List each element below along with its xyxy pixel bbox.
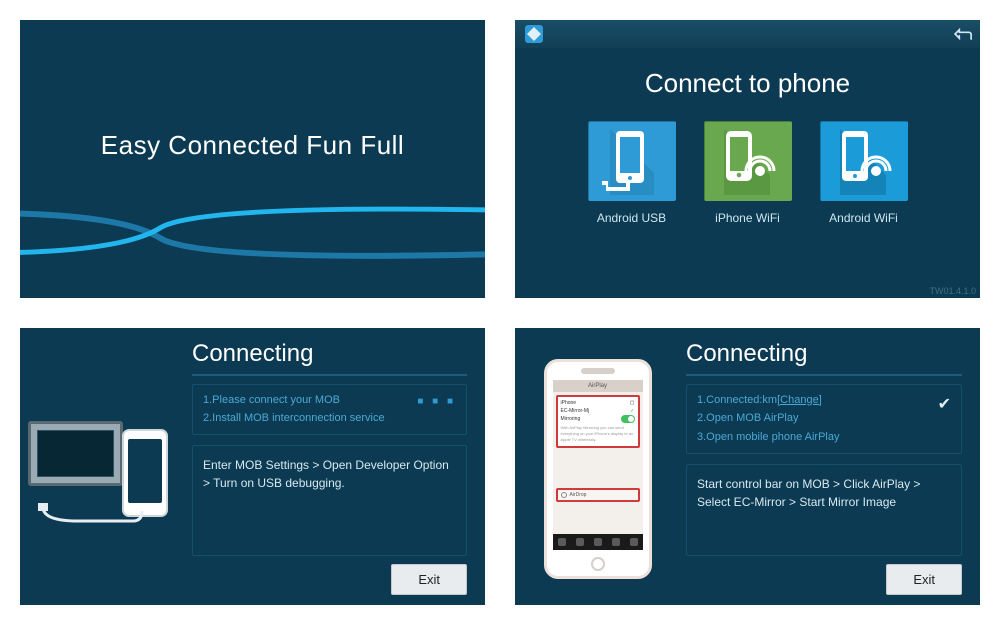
- check-icon: ✔: [938, 391, 951, 418]
- splash-title: Easy Connected Fun Full: [20, 130, 485, 161]
- connecting-usb-panel: Connecting ■ ■ ■ 1.Please connect your M…: [20, 328, 485, 606]
- connecting-title: Connecting: [192, 340, 467, 376]
- steps-box: ✔ 1.Connected:km[Change] 2.Open MOB AirP…: [686, 384, 962, 454]
- headunit-icon: [28, 421, 123, 486]
- connect-title: Connect to phone: [515, 68, 980, 99]
- device-illustration: [20, 328, 186, 606]
- iphone-airdrop-row: AirDrop: [556, 488, 640, 502]
- iphone-tabbar: [553, 534, 643, 550]
- back-icon[interactable]: [950, 23, 972, 45]
- iphone-header: AirPlay: [553, 380, 643, 392]
- connect-options: Android USB iPhone WiFi: [515, 121, 980, 225]
- android-wifi-icon: [820, 121, 908, 201]
- exit-button[interactable]: Exit: [886, 564, 962, 595]
- option-label: Android WiFi: [820, 211, 908, 225]
- steps-box: ■ ■ ■ 1.Please connect your MOB 2.Instal…: [192, 384, 467, 435]
- connecting-airplay-panel: AirPlay iPhone▢ EC-Mirror-Mj✓ Mirroring …: [515, 328, 980, 606]
- step-item: 2.Open MOB AirPlay: [697, 409, 951, 428]
- step-item: 3.Open mobile phone AirPlay: [697, 428, 951, 447]
- option-label: Android USB: [588, 211, 676, 225]
- top-bar: [515, 20, 980, 48]
- progress-dots-icon: ■ ■ ■: [417, 393, 456, 410]
- instruction-box: Enter MOB Settings > Open Developer Opti…: [192, 445, 467, 556]
- app-logo-icon: [523, 23, 545, 45]
- instruction-box: Start control bar on MOB > Click AirPlay…: [686, 464, 962, 556]
- android-usb-icon: [588, 121, 676, 201]
- option-iphone-wifi[interactable]: iPhone WiFi: [704, 121, 792, 225]
- iphone-airplay-list: iPhone▢ EC-Mirror-Mj✓ Mirroring With Air…: [556, 395, 640, 448]
- connect-to-phone-panel: Connect to phone Android USB: [515, 20, 980, 298]
- option-android-wifi[interactable]: Android WiFi: [820, 121, 908, 225]
- exit-button[interactable]: Exit: [391, 564, 467, 595]
- option-label: iPhone WiFi: [704, 211, 792, 225]
- decorative-cross-lines: [20, 193, 485, 263]
- step-item: 2.Install MOB interconnection service: [203, 409, 456, 428]
- usb-cable-icon: [38, 503, 168, 525]
- version-label: TW01.4.1.0: [929, 286, 976, 296]
- iphone-illustration: AirPlay iPhone▢ EC-Mirror-Mj✓ Mirroring …: [515, 328, 680, 606]
- option-android-usb[interactable]: Android USB: [588, 121, 676, 225]
- toggle-icon: [621, 415, 635, 423]
- step-item: 1.Connected:km[Change]: [697, 391, 951, 410]
- connecting-title: Connecting: [686, 340, 962, 376]
- change-link[interactable]: [Change]: [777, 394, 822, 406]
- splash-panel: Easy Connected Fun Full: [20, 20, 485, 298]
- iphone-wifi-icon: [704, 121, 792, 201]
